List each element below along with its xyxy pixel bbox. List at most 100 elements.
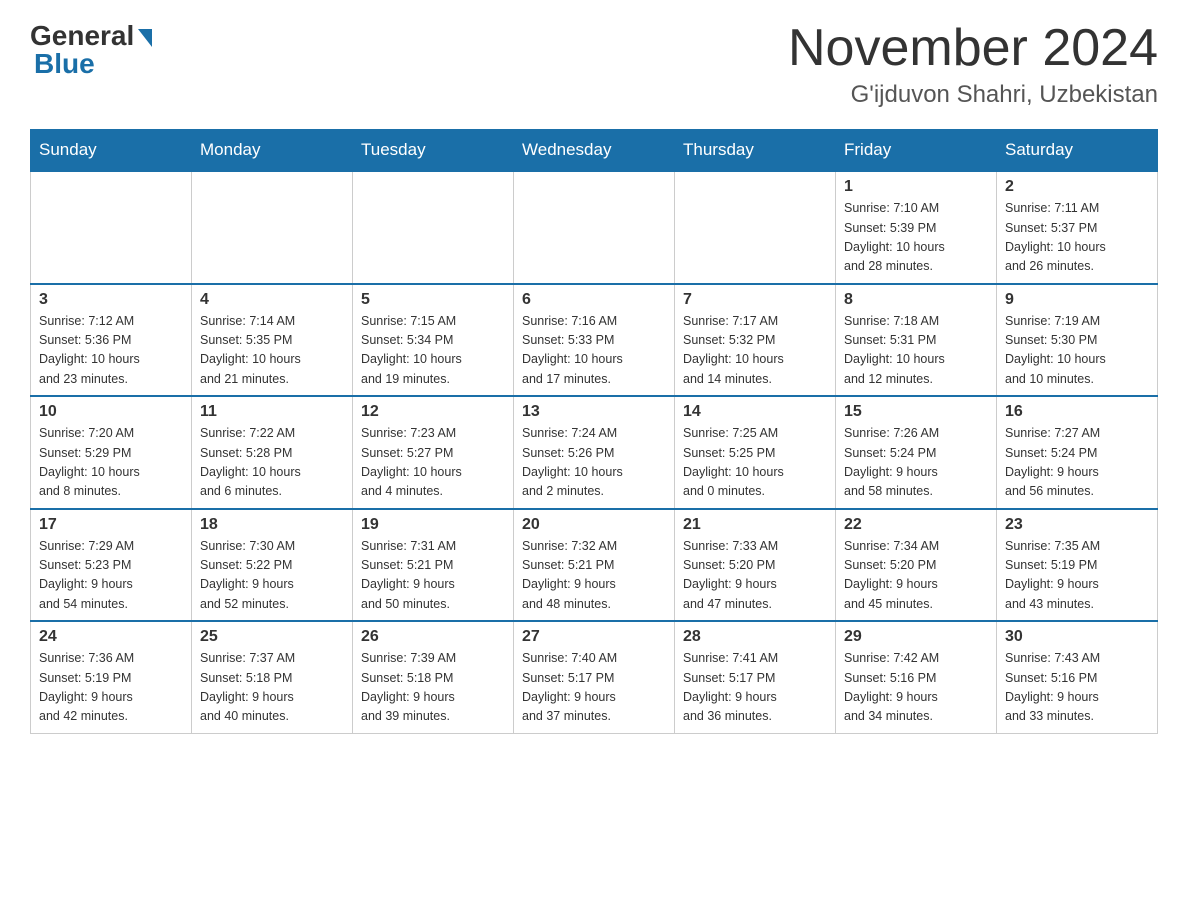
- table-row: 16 Sunrise: 7:27 AM Sunset: 5:24 PM Dayli…: [997, 396, 1158, 509]
- table-row: 21 Sunrise: 7:33 AM Sunset: 5:20 PM Dayli…: [675, 509, 836, 622]
- day-info: Sunrise: 7:17 AM Sunset: 5:32 PM Dayligh…: [683, 312, 827, 390]
- table-row: 22 Sunrise: 7:34 AM Sunset: 5:20 PM Dayli…: [836, 509, 997, 622]
- day-info: Sunrise: 7:37 AM Sunset: 5:18 PM Dayligh…: [200, 649, 344, 727]
- day-info: Sunrise: 7:18 AM Sunset: 5:31 PM Dayligh…: [844, 312, 988, 390]
- day-number: 19: [361, 516, 505, 534]
- day-number: 6: [522, 291, 666, 309]
- table-row: 7 Sunrise: 7:17 AM Sunset: 5:32 PM Daylig…: [675, 284, 836, 397]
- day-number: 1: [844, 178, 988, 196]
- week-row-5: 24 Sunrise: 7:36 AM Sunset: 5:19 PM Dayli…: [31, 621, 1158, 733]
- day-info: Sunrise: 7:25 AM Sunset: 5:25 PM Dayligh…: [683, 424, 827, 502]
- col-wednesday: Wednesday: [514, 130, 675, 172]
- table-row: 9 Sunrise: 7:19 AM Sunset: 5:30 PM Daylig…: [997, 284, 1158, 397]
- table-row: 14Sunrise: 7:25 AM Sunset: 5:25 PM Dayli…: [675, 396, 836, 509]
- table-row: 2 Sunrise: 7:11 AM Sunset: 5:37 PM Daylig…: [997, 171, 1158, 284]
- day-number: 29: [844, 628, 988, 646]
- table-row: 24 Sunrise: 7:36 AM Sunset: 5:19 PM Dayli…: [31, 621, 192, 733]
- logo-arrow-icon: [138, 29, 152, 47]
- col-sunday: Sunday: [31, 130, 192, 172]
- day-info: Sunrise: 7:12 AM Sunset: 5:36 PM Dayligh…: [39, 312, 183, 390]
- day-info: Sunrise: 7:27 AM Sunset: 5:24 PM Dayligh…: [1005, 424, 1149, 502]
- day-info: Sunrise: 7:40 AM Sunset: 5:17 PM Dayligh…: [522, 649, 666, 727]
- day-number: 26: [361, 628, 505, 646]
- day-info: Sunrise: 7:32 AM Sunset: 5:21 PM Dayligh…: [522, 537, 666, 615]
- day-number: 23: [1005, 516, 1149, 534]
- table-row: 18 Sunrise: 7:30 AM Sunset: 5:22 PM Dayli…: [192, 509, 353, 622]
- day-info: Sunrise: 7:14 AM Sunset: 5:35 PM Dayligh…: [200, 312, 344, 390]
- day-info: Sunrise: 7:16 AM Sunset: 5:33 PM Dayligh…: [522, 312, 666, 390]
- table-row: 15 Sunrise: 7:26 AM Sunset: 5:24 PM Dayli…: [836, 396, 997, 509]
- day-info: Sunrise: 7:30 AM Sunset: 5:22 PM Dayligh…: [200, 537, 344, 615]
- day-number: 11: [200, 403, 344, 421]
- col-thursday: Thursday: [675, 130, 836, 172]
- day-info: Sunrise: 7:23 AM Sunset: 5:27 PM Dayligh…: [361, 424, 505, 502]
- day-info: Sunrise: 7:11 AM Sunset: 5:37 PM Dayligh…: [1005, 199, 1149, 277]
- header-row: Sunday Monday Tuesday Wednesday Thursday…: [31, 130, 1158, 172]
- week-row-2: 3 Sunrise: 7:12 AM Sunset: 5:36 PM Daylig…: [31, 284, 1158, 397]
- day-number: 9: [1005, 291, 1149, 309]
- day-info: Sunrise: 7:33 AM Sunset: 5:20 PM Dayligh…: [683, 537, 827, 615]
- table-row: 11 Sunrise: 7:22 AM Sunset: 5:28 PM Dayli…: [192, 396, 353, 509]
- day-info: Sunrise: 7:36 AM Sunset: 5:19 PM Dayligh…: [39, 649, 183, 727]
- day-info: Sunrise: 7:35 AM Sunset: 5:19 PM Dayligh…: [1005, 537, 1149, 615]
- day-number: 12: [361, 403, 505, 421]
- table-row: 10Sunrise: 7:20 AM Sunset: 5:29 PM Dayli…: [31, 396, 192, 509]
- logo: General Blue: [30, 20, 152, 80]
- day-info: Sunrise: 7:15 AM Sunset: 5:34 PM Dayligh…: [361, 312, 505, 390]
- week-row-4: 17 Sunrise: 7:29 AM Sunset: 5:23 PM Dayli…: [31, 509, 1158, 622]
- day-number: 3: [39, 291, 183, 309]
- col-tuesday: Tuesday: [353, 130, 514, 172]
- day-info: Sunrise: 7:10 AM Sunset: 5:39 PM Dayligh…: [844, 199, 988, 277]
- table-row: 5Sunrise: 7:15 AM Sunset: 5:34 PM Daylig…: [353, 284, 514, 397]
- day-number: 2: [1005, 178, 1149, 196]
- day-number: 25: [200, 628, 344, 646]
- day-info: Sunrise: 7:29 AM Sunset: 5:23 PM Dayligh…: [39, 537, 183, 615]
- calendar-table: Sunday Monday Tuesday Wednesday Thursday…: [30, 129, 1158, 734]
- page-header: General Blue November 2024 G'ijduvon Sha…: [30, 20, 1158, 109]
- table-row: 3 Sunrise: 7:12 AM Sunset: 5:36 PM Daylig…: [31, 284, 192, 397]
- day-number: 24: [39, 628, 183, 646]
- table-row: 26 Sunrise: 7:39 AM Sunset: 5:18 PM Dayli…: [353, 621, 514, 733]
- day-number: 16: [1005, 403, 1149, 421]
- day-number: 15: [844, 403, 988, 421]
- table-row: 29 Sunrise: 7:42 AM Sunset: 5:16 PM Dayli…: [836, 621, 997, 733]
- day-info: Sunrise: 7:24 AM Sunset: 5:26 PM Dayligh…: [522, 424, 666, 502]
- week-row-1: 1 Sunrise: 7:10 AM Sunset: 5:39 PM Daylig…: [31, 171, 1158, 284]
- table-row: [353, 171, 514, 284]
- table-row: 20Sunrise: 7:32 AM Sunset: 5:21 PM Dayli…: [514, 509, 675, 622]
- day-info: Sunrise: 7:26 AM Sunset: 5:24 PM Dayligh…: [844, 424, 988, 502]
- day-number: 28: [683, 628, 827, 646]
- location-title: G'ijduvon Shahri, Uzbekistan: [788, 81, 1158, 109]
- table-row: [514, 171, 675, 284]
- day-info: Sunrise: 7:42 AM Sunset: 5:16 PM Dayligh…: [844, 649, 988, 727]
- col-friday: Friday: [836, 130, 997, 172]
- day-number: 30: [1005, 628, 1149, 646]
- day-number: 7: [683, 291, 827, 309]
- day-info: Sunrise: 7:22 AM Sunset: 5:28 PM Dayligh…: [200, 424, 344, 502]
- month-title: November 2024: [788, 20, 1158, 77]
- table-row: 8Sunrise: 7:18 AM Sunset: 5:31 PM Daylig…: [836, 284, 997, 397]
- day-info: Sunrise: 7:20 AM Sunset: 5:29 PM Dayligh…: [39, 424, 183, 502]
- table-row: 23 Sunrise: 7:35 AM Sunset: 5:19 PM Dayli…: [997, 509, 1158, 622]
- day-info: Sunrise: 7:41 AM Sunset: 5:17 PM Dayligh…: [683, 649, 827, 727]
- day-info: Sunrise: 7:19 AM Sunset: 5:30 PM Dayligh…: [1005, 312, 1149, 390]
- logo-blue-text: Blue: [34, 48, 95, 80]
- day-number: 21: [683, 516, 827, 534]
- title-section: November 2024 G'ijduvon Shahri, Uzbekist…: [788, 20, 1158, 109]
- day-info: Sunrise: 7:39 AM Sunset: 5:18 PM Dayligh…: [361, 649, 505, 727]
- table-row: 1 Sunrise: 7:10 AM Sunset: 5:39 PM Daylig…: [836, 171, 997, 284]
- table-row: 4 Sunrise: 7:14 AM Sunset: 5:35 PM Daylig…: [192, 284, 353, 397]
- day-info: Sunrise: 7:34 AM Sunset: 5:20 PM Dayligh…: [844, 537, 988, 615]
- day-number: 4: [200, 291, 344, 309]
- table-row: 28 Sunrise: 7:41 AM Sunset: 5:17 PM Dayli…: [675, 621, 836, 733]
- day-number: 22: [844, 516, 988, 534]
- table-row: [675, 171, 836, 284]
- table-row: 12 Sunrise: 7:23 AM Sunset: 5:27 PM Dayli…: [353, 396, 514, 509]
- day-number: 17: [39, 516, 183, 534]
- table-row: 27Sunrise: 7:40 AM Sunset: 5:17 PM Dayli…: [514, 621, 675, 733]
- table-row: 25 Sunrise: 7:37 AM Sunset: 5:18 PM Dayli…: [192, 621, 353, 733]
- day-number: 18: [200, 516, 344, 534]
- day-number: 13: [522, 403, 666, 421]
- col-monday: Monday: [192, 130, 353, 172]
- table-row: 17 Sunrise: 7:29 AM Sunset: 5:23 PM Dayli…: [31, 509, 192, 622]
